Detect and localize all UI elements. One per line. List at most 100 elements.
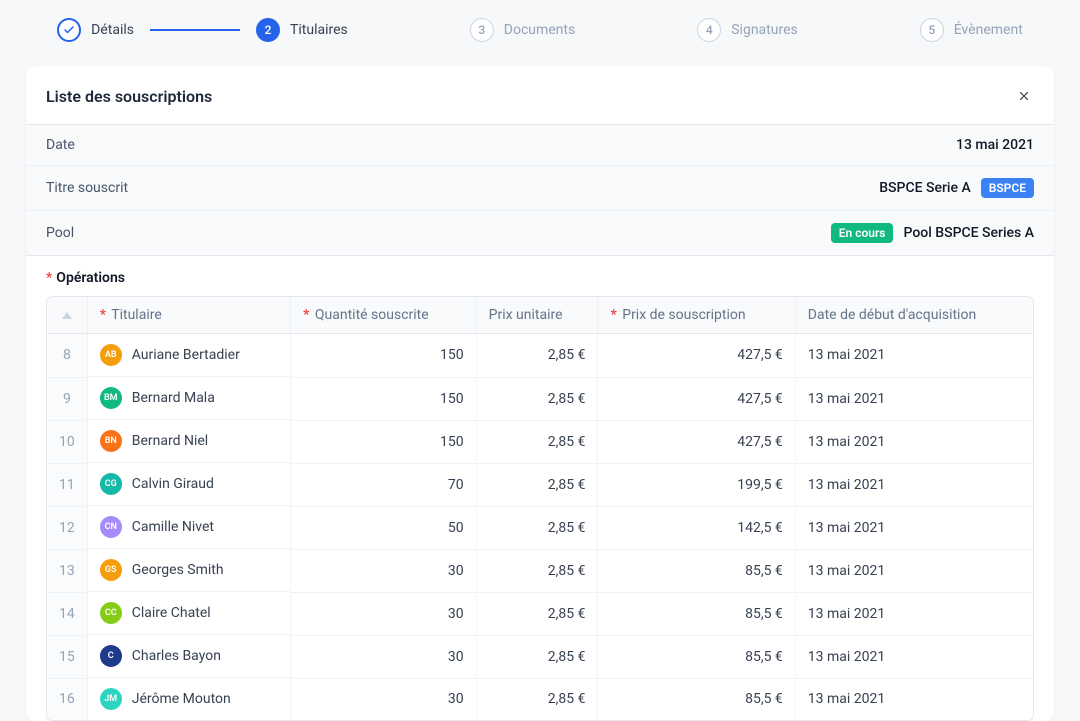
status-badge: En cours: [831, 223, 894, 243]
step-details[interactable]: Détails: [57, 18, 134, 42]
cell-sub-price: 85,5 €: [598, 549, 795, 592]
step-label: Signatures: [731, 22, 798, 38]
holder-name: Georges Smith: [132, 562, 224, 578]
cell-acq-date: 13 mai 2021: [795, 635, 1033, 678]
row-index: 15: [47, 635, 87, 678]
table-row[interactable]: 13GSGeorges Smith302,85 €85,5 €13 mai 20…: [47, 549, 1033, 592]
required-star-icon: *: [46, 270, 52, 286]
close-icon[interactable]: [1014, 86, 1034, 106]
holder-name: Bernard Mala: [132, 390, 215, 406]
cell-acq-date: 13 mai 2021: [795, 678, 1033, 720]
step-number-icon: 2: [256, 18, 280, 42]
col-holder[interactable]: * Titulaire: [87, 297, 290, 334]
holder-name: Claire Chatel: [132, 605, 211, 621]
info-value: 13 mai 2021: [956, 137, 1034, 153]
section-title: Opérations: [56, 270, 125, 286]
avatar: AB: [100, 344, 122, 366]
col-unit-price[interactable]: Prix unitaire: [476, 297, 598, 334]
cell-acq-date: 13 mai 2021: [795, 420, 1033, 463]
cell-acq-date: 13 mai 2021: [795, 506, 1033, 549]
step-number-icon: 4: [697, 18, 721, 42]
bspce-badge: BSPCE: [981, 178, 1034, 198]
step-label: Évènement: [954, 22, 1023, 38]
subscriptions-panel: Liste des souscriptions Date 13 mai 2021…: [26, 66, 1054, 721]
cell-holder: CN Camille Nivet: [88, 506, 290, 549]
info-label: Pool: [46, 225, 74, 241]
cell-quantity: 30: [291, 635, 477, 678]
col-index[interactable]: [47, 297, 87, 334]
cell-acq-date: 13 mai 2021: [795, 592, 1033, 635]
cell-quantity: 30: [291, 549, 477, 592]
stepper: Détails 2 Titulaires 3 Documents 4 Signa…: [0, 0, 1080, 60]
info-row-titre: Titre souscrit BSPCE Serie A BSPCE: [26, 166, 1054, 211]
col-label: Prix unitaire: [489, 307, 563, 323]
table-row[interactable]: 15CCharles Bayon302,85 €85,5 €13 mai 202…: [47, 635, 1033, 678]
holder-name: Bernard Niel: [132, 433, 208, 449]
cell-unit-price: 2,85 €: [476, 678, 598, 720]
table-row[interactable]: 10BNBernard Niel1502,85 €427,5 €13 mai 2…: [47, 420, 1033, 463]
info-label: Date: [46, 137, 75, 153]
col-quantity[interactable]: * Quantité souscrite: [291, 297, 477, 334]
cell-holder: CG Calvin Giraud: [88, 463, 290, 506]
cell-holder: CC Claire Chatel: [88, 592, 290, 635]
panel-title: Liste des souscriptions: [46, 87, 212, 106]
table-header-row: * Titulaire * Quantité souscrite Prix un…: [47, 297, 1033, 334]
step-signatures[interactable]: 4 Signatures: [697, 18, 798, 42]
cell-unit-price: 2,85 €: [476, 463, 598, 506]
step-connector: [150, 29, 240, 31]
table-row[interactable]: 16JMJérôme Mouton302,85 €85,5 €13 mai 20…: [47, 678, 1033, 720]
avatar: CG: [100, 473, 122, 495]
step-label: Documents: [504, 22, 575, 38]
step-number-icon: 5: [920, 18, 944, 42]
col-sub-price[interactable]: * Prix de souscription: [598, 297, 795, 334]
step-titulaires[interactable]: 2 Titulaires: [256, 18, 348, 42]
table-row[interactable]: 11CGCalvin Giraud702,85 €199,5 €13 mai 2…: [47, 463, 1033, 506]
check-icon: [57, 18, 81, 42]
col-label: Date de début d'acquisition: [808, 307, 976, 323]
holder-name: Jérôme Mouton: [132, 691, 231, 707]
cell-quantity: 50: [291, 506, 477, 549]
col-acq-date[interactable]: Date de début d'acquisition: [795, 297, 1033, 334]
cell-holder: BM Bernard Mala: [88, 377, 290, 420]
avatar: C: [100, 645, 122, 667]
info-value: En cours Pool BSPCE Series A: [831, 223, 1034, 243]
step-connector: [591, 29, 681, 31]
col-label: Prix de souscription: [622, 307, 745, 323]
cell-quantity: 30: [291, 592, 477, 635]
table-row[interactable]: 9BMBernard Mala1502,85 €427,5 €13 mai 20…: [47, 377, 1033, 420]
step-documents[interactable]: 3 Documents: [470, 18, 575, 42]
holder-name: Auriane Bertadier: [132, 347, 240, 363]
col-label: Quantité souscrite: [315, 307, 429, 323]
cell-holder: GSGeorges Smith: [88, 549, 290, 592]
cell-holder: JMJérôme Mouton: [88, 678, 290, 720]
step-evenement[interactable]: 5 Évènement: [920, 18, 1023, 42]
info-block: Date 13 mai 2021 Titre souscrit BSPCE Se…: [26, 124, 1054, 256]
row-index: 13: [47, 549, 87, 592]
cell-quantity: 30: [291, 678, 477, 720]
cell-sub-price: 427,5 €: [598, 420, 795, 463]
table-row[interactable]: 8ABAuriane Bertadier1502,85 €427,5 €13 m…: [47, 334, 1033, 378]
cell-holder: AB Auriane Bertadier: [88, 334, 290, 377]
cell-sub-price: 427,5 €: [598, 377, 795, 420]
row-index: 16: [47, 678, 87, 720]
cell-sub-price: 427,5 €: [598, 334, 795, 378]
holder-name: Camille Nivet: [132, 519, 214, 535]
avatar: CC: [100, 602, 122, 624]
holder-name: Charles Bayon: [132, 648, 221, 664]
table-row[interactable]: 14CCClaire Chatel302,85 €85,5 €13 mai 20…: [47, 592, 1033, 635]
info-label: Titre souscrit: [46, 180, 128, 196]
cell-unit-price: 2,85 €: [476, 506, 598, 549]
info-row-pool: Pool En cours Pool BSPCE Series A: [26, 211, 1054, 255]
avatar: CN: [100, 516, 122, 538]
cell-unit-price: 2,85 €: [476, 377, 598, 420]
avatar: BM: [100, 387, 122, 409]
operations-header: * Opérations: [26, 256, 1054, 296]
cell-sub-price: 199,5 €: [598, 463, 795, 506]
avatar: BN: [100, 430, 122, 452]
cell-unit-price: 2,85 €: [476, 334, 598, 378]
holder-name: Calvin Giraud: [132, 476, 214, 492]
row-index: 8: [47, 334, 87, 378]
required-star-icon: *: [610, 307, 616, 323]
table-row[interactable]: 12CNCamille Nivet502,85 €142,5 €13 mai 2…: [47, 506, 1033, 549]
row-index: 11: [47, 463, 87, 506]
